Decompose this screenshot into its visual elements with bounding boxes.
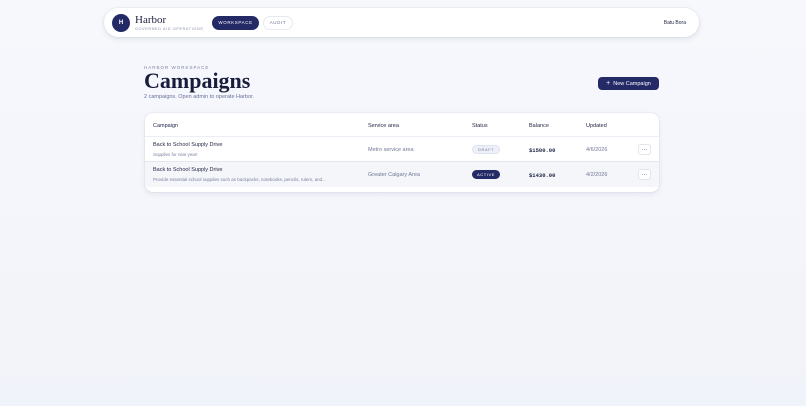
updated-date: 4/2/2026 (586, 172, 608, 178)
table-row[interactable]: Back to School Supply Drive Supplies for… (145, 137, 659, 162)
updated-date: 4/6/2026 (586, 147, 608, 153)
brand-name: Harbor (135, 13, 167, 26)
page-title: Campaigns (144, 68, 251, 93)
column-service-area: Service area (368, 123, 399, 129)
column-balance: Balance (529, 123, 549, 129)
table-header: Campaign Service area Status Balance Upd… (145, 113, 659, 137)
service-area: Greater Calgary Area (368, 172, 420, 178)
page-subtitle: 2 campaigns. Open admin to operate Harbo… (144, 94, 255, 100)
column-updated: Updated (586, 123, 607, 129)
campaigns-table: Campaign Service area Status Balance Upd… (145, 113, 659, 192)
campaign-description: Provide essential school supplies such a… (153, 177, 326, 182)
new-campaign-button[interactable]: + New Campaign (598, 77, 659, 90)
status-badge: ACTIVE (472, 170, 501, 179)
column-status: Status (472, 123, 488, 129)
campaign-title[interactable]: Back to School Supply Drive (153, 142, 222, 148)
campaign-title[interactable]: Back to School Supply Drive (153, 167, 222, 173)
tab-audit[interactable]: AUDIT (262, 15, 294, 30)
user-name[interactable]: Batu Bora (664, 20, 686, 26)
top-nav: H Harbor GOVERNED AID OPERATIONS WORKSPA… (104, 8, 699, 37)
table-row[interactable]: Back to School Supply Drive Provide esse… (145, 162, 659, 187)
logo-icon[interactable]: H (112, 13, 130, 32)
brand-tagline: GOVERNED AID OPERATIONS (135, 26, 204, 31)
brand: Harbor GOVERNED AID OPERATIONS (135, 13, 204, 31)
new-campaign-label: New Campaign (613, 80, 651, 87)
plus-icon: + (606, 80, 611, 87)
service-area: Metro service area (368, 147, 414, 153)
balance: $1500.00 (529, 147, 556, 154)
tab-workspace[interactable]: WORKSPACE (212, 15, 259, 30)
more-actions-button[interactable]: ··· (638, 144, 651, 155)
column-campaign: Campaign (153, 123, 179, 129)
status-badge: DRAFT (472, 145, 501, 154)
campaign-description: Supplies for new year! (153, 152, 198, 157)
more-actions-button[interactable]: ··· (638, 169, 651, 180)
balance: $1430.00 (529, 172, 556, 179)
